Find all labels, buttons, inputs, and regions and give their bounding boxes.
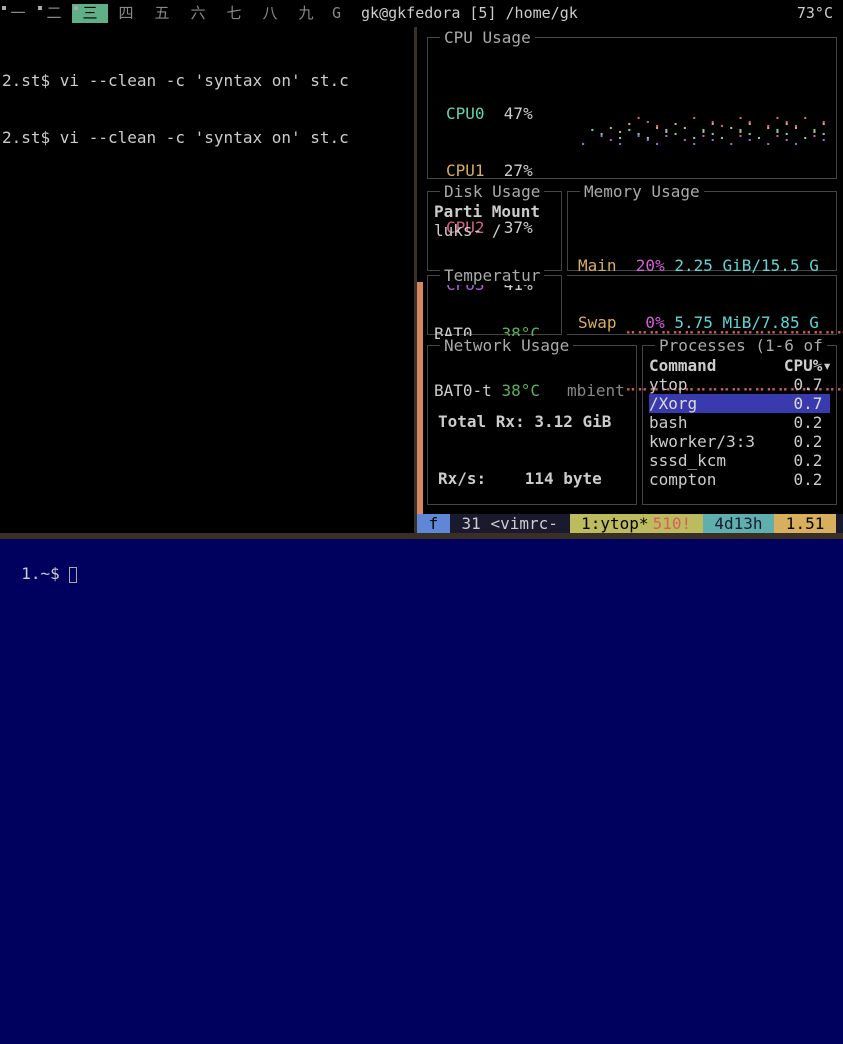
shell-line: 2.st$ vi --clean -c 'syntax on' st.c	[2, 128, 412, 147]
network-usage-box: Network Usage Total Rx: 3.12 GiB Rx/s: 1…	[427, 345, 637, 505]
workspace-6[interactable]: 六	[180, 4, 216, 23]
layout-indicator: G	[332, 4, 341, 23]
temperature-indicator: 73°C	[797, 4, 833, 23]
sb-alert: 510!	[651, 514, 703, 533]
terminal-bottom[interactable]: 1.~$	[0, 539, 843, 1044]
shell-prompt: 1.~$	[21, 564, 69, 583]
workspace-4[interactable]: 四	[108, 4, 144, 23]
workspace-5[interactable]: 五	[144, 4, 180, 23]
tmux-status-bar: f 31 <vimrc- 1:ytop*510! 4d13h 1.51 4x3.…	[417, 514, 843, 533]
window-title: gk@gkfedora [5] /home/gk	[361, 4, 578, 23]
processes-title: Processes (1-6 of	[655, 336, 827, 355]
memory-usage-box: Memory Usage Main 20% 2.25 GiB/15.5 G Sw…	[567, 191, 837, 271]
workspace-2[interactable]: 二	[36, 4, 72, 23]
disk-usage-title: Disk Usage	[440, 182, 544, 201]
net-total-rx: Total Rx: 3.12 GiB	[438, 412, 611, 431]
process-row[interactable]: sssd_kcm 0.2	[649, 451, 830, 470]
process-row[interactable]: bash 0.2	[649, 413, 830, 432]
sb-load: 1.51	[774, 514, 836, 533]
shell-line: 2.st$ vi --clean -c 'syntax on' st.c	[2, 71, 412, 90]
workspace-list: 一 二 三 四 五 六 七 八 九	[0, 4, 324, 23]
process-row[interactable]: kworker/3:3 0.2	[649, 432, 830, 451]
sb-window[interactable]: 1:ytop*	[570, 514, 651, 533]
cpu-core-row: CPU0 47%	[446, 104, 533, 123]
cpu-core-row: CPU1 27%	[446, 161, 533, 180]
sb-host: f	[417, 514, 450, 533]
memory-main: Main 20% 2.25 GiB/15.5 G	[578, 256, 819, 275]
terminal-right-ytop[interactable]: CPU Usage CPU0 47% CPU1 27% CPU2 37% CPU…	[417, 27, 843, 533]
processes-box[interactable]: Processes (1-6 of Command CPU%▾ ytop 0.7…	[642, 345, 837, 505]
temperature-box: Temperatur BAT0 38°C BAT0-t 38°C	[427, 275, 562, 335]
process-row[interactable]: ytop 0.7	[649, 375, 830, 394]
sb-cores: 4x	[836, 514, 843, 533]
process-row-selected[interactable]: /Xorg 0.7	[649, 394, 830, 413]
workspace-8[interactable]: 八	[252, 4, 288, 23]
sb-vimrc: 31 <vimrc-	[450, 514, 570, 533]
workspace-9[interactable]: 九	[288, 4, 324, 23]
network-usage-title: Network Usage	[440, 336, 573, 355]
disk-header: Parti Mount	[434, 202, 540, 221]
process-row[interactable]: compton 0.2	[649, 470, 830, 489]
net-rxps: Rx/s: 114 byte	[438, 469, 611, 488]
cpu-graph: ⠀⠀⠀⠀⠀⠀⠀⠀⠀⠀⠁⠂⠄⠀⠀⠀⠁⠀⠂⠄⠀⠁⠂⠀⠄⠁⠂⠄⠁⠀⠂⠄⠁⠂⠀⠄⠁⠂⠄⠀…	[543, 68, 828, 170]
temperature-graph: xxxxxx⠒⠒⠒⠒⠒⠒⠒⠒⠒⠒⠒⠒⠒⠒⠒⠒⠒⠒⠒⠒⠒⠒⠒⠒⠒⠒⠒ mbient…	[567, 275, 837, 335]
sb-uptime: 4d13h	[703, 514, 774, 533]
memory-usage-title: Memory Usage	[580, 182, 704, 201]
workspace-7[interactable]: 七	[216, 4, 252, 23]
temperature-title: Temperatur	[440, 266, 544, 285]
disk-row: luks- /	[434, 221, 540, 240]
cpu-usage-box: CPU Usage CPU0 47% CPU1 27% CPU2 37% CPU…	[427, 37, 837, 179]
workspace-1[interactable]: 一	[0, 4, 36, 23]
processes-header: Command CPU%▾	[649, 356, 830, 375]
cursor-icon	[69, 567, 77, 583]
tmux-pane-indicator	[417, 282, 423, 514]
terminal-left[interactable]: 2.st$ vi --clean -c 'syntax on' st.c 2.s…	[0, 27, 417, 533]
disk-usage-box: Disk Usage Parti Mount luks- /	[427, 191, 562, 271]
workspace-3[interactable]: 三	[72, 4, 108, 23]
top-bar: 一 二 三 四 五 六 七 八 九 G gk@gkfedora [5] /hom…	[0, 0, 843, 27]
cpu-usage-title: CPU Usage	[440, 28, 535, 47]
